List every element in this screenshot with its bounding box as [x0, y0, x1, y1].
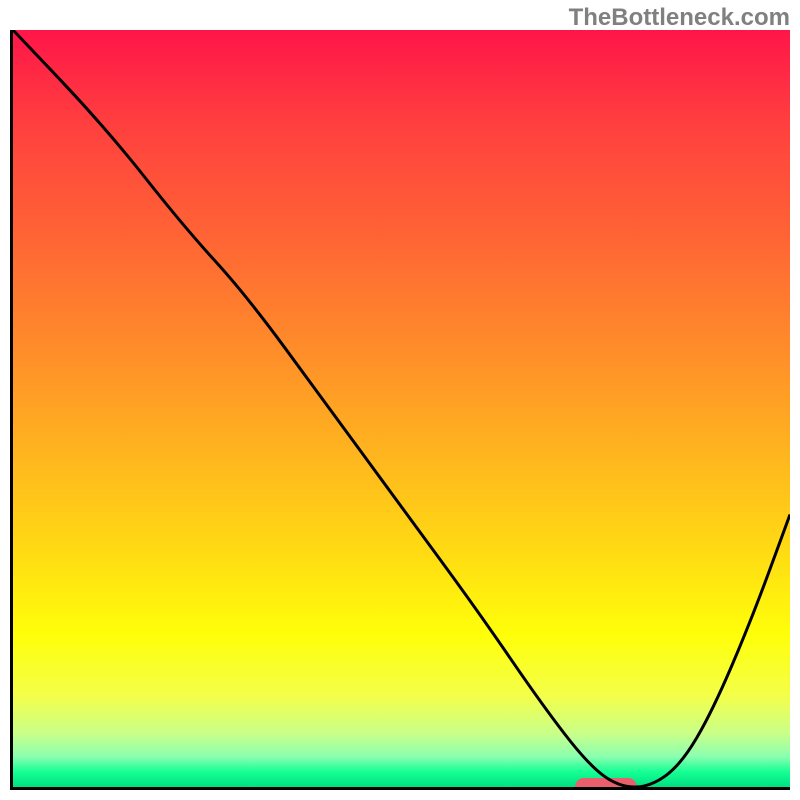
bottleneck-chart	[10, 30, 790, 790]
bottleneck-curve	[13, 30, 790, 787]
watermark-text: TheBottleneck.com	[569, 4, 790, 32]
